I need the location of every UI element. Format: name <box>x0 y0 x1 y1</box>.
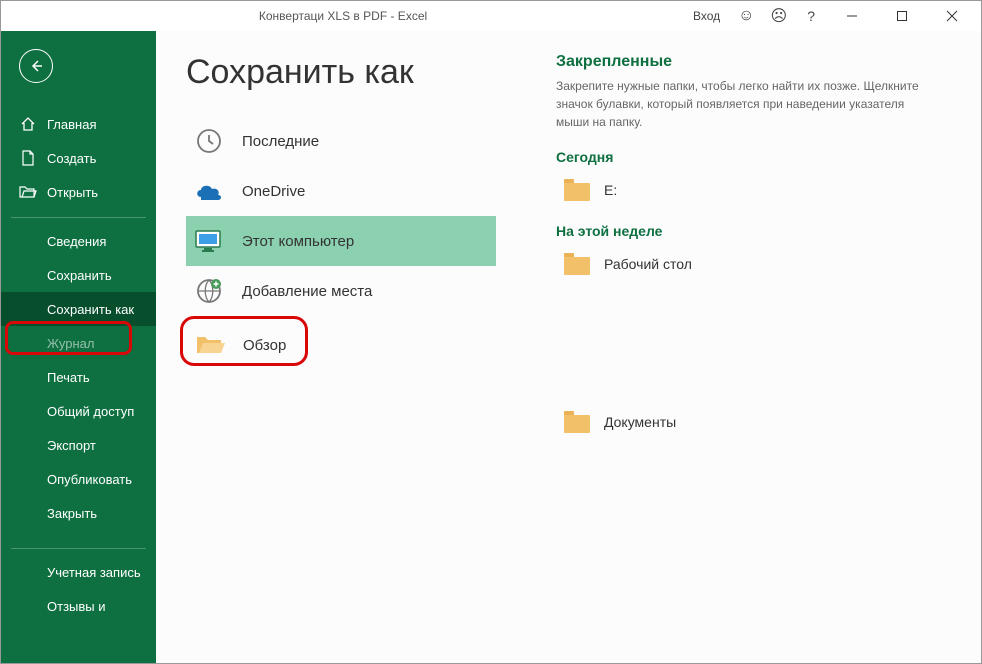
week-heading: На этой неделе <box>556 223 951 239</box>
add-place-icon <box>194 276 224 306</box>
nav-label: Общий доступ <box>47 404 134 419</box>
nav-label: Сохранить как <box>47 302 134 317</box>
nav-label: Главная <box>47 117 96 132</box>
folder-icon <box>564 179 590 201</box>
location-label: Последние <box>242 133 319 150</box>
open-icon <box>19 183 37 201</box>
folder-label: Документы <box>604 414 676 430</box>
close-window-button[interactable] <box>929 1 975 31</box>
nav-publish[interactable]: Опубликовать <box>1 462 156 496</box>
folder-label: E: <box>604 182 617 198</box>
nav-label: Печать <box>47 370 90 385</box>
clock-icon <box>194 126 224 156</box>
separator <box>11 217 146 218</box>
location-label: Обзор <box>243 337 286 354</box>
nav-label: Сохранить <box>47 268 112 283</box>
folder-label: Рабочий стол <box>604 256 692 272</box>
nav-label: Сведения <box>47 234 106 249</box>
folder-documents[interactable]: Документы <box>556 403 951 441</box>
location-recent[interactable]: Последние <box>186 116 496 166</box>
nav-home[interactable]: Главная <box>1 107 156 141</box>
content-area: Сохранить как Последние OneDrive <box>156 31 981 663</box>
nav-info[interactable]: Сведения <box>1 224 156 258</box>
folders-column: Закрепленные Закрепите нужные папки, что… <box>516 53 981 663</box>
nav-label: Открыть <box>47 185 98 200</box>
home-icon <box>19 115 37 133</box>
location-browse[interactable]: Обзор <box>186 320 496 370</box>
location-onedrive[interactable]: OneDrive <box>186 166 496 216</box>
titlebar-controls: Вход ☺ ☹ ? <box>685 1 981 31</box>
separator <box>11 548 146 549</box>
today-heading: Сегодня <box>556 149 951 165</box>
titlebar: Конвертаци XLS в PDF - Excel Вход ☺ ☹ ? <box>1 1 981 31</box>
nav-export[interactable]: Экспорт <box>1 428 156 462</box>
folder-open-icon <box>195 330 225 360</box>
pinned-heading: Закрепленные <box>556 53 951 71</box>
folder-icon <box>564 253 590 275</box>
nav-label: Закрыть <box>47 506 97 521</box>
nav-close[interactable]: Закрыть <box>1 496 156 530</box>
locations-column: Сохранить как Последние OneDrive <box>186 53 516 663</box>
frown-icon[interactable]: ☹ <box>765 6 794 26</box>
folder-desktop[interactable]: Рабочий стол <box>556 245 951 283</box>
cloud-icon <box>194 176 224 206</box>
folder-icon <box>564 411 590 433</box>
nav-label: Создать <box>47 151 96 166</box>
help-icon[interactable]: ? <box>797 8 825 24</box>
login-link[interactable]: Вход <box>685 9 728 23</box>
location-label: Этот компьютер <box>242 233 354 250</box>
maximize-button[interactable] <box>879 1 925 31</box>
pinned-description: Закрепите нужные папки, чтобы легко найт… <box>556 77 936 131</box>
minimize-button[interactable] <box>829 1 875 31</box>
folder-e-drive[interactable]: E: <box>556 171 951 209</box>
nav-share[interactable]: Общий доступ <box>1 394 156 428</box>
nav-label: Учетная запись <box>47 565 141 580</box>
back-button[interactable] <box>19 49 53 83</box>
nav-save[interactable]: Сохранить <box>1 258 156 292</box>
location-label: Добавление места <box>242 283 372 300</box>
backstage-sidebar: Главная Создать Открыть Сведения Сохрани… <box>1 31 156 663</box>
nav-label: Отзывы и <box>47 599 106 614</box>
monitor-icon <box>194 226 224 256</box>
nav-open[interactable]: Открыть <box>1 175 156 209</box>
location-this-pc[interactable]: Этот компьютер <box>186 216 496 266</box>
nav-label: Опубликовать <box>47 472 132 487</box>
page-title: Сохранить как <box>186 53 516 92</box>
location-label: OneDrive <box>242 183 305 200</box>
annotation-highlight <box>5 321 132 355</box>
nav-feedback[interactable]: Отзывы и <box>1 589 156 623</box>
nav-label: Экспорт <box>47 438 96 453</box>
nav-account[interactable]: Учетная запись <box>1 555 156 589</box>
nav-print[interactable]: Печать <box>1 360 156 394</box>
nav-create[interactable]: Создать <box>1 141 156 175</box>
window-title: Конвертаци XLS в PDF - Excel <box>1 9 685 23</box>
location-add-place[interactable]: Добавление места <box>186 266 496 316</box>
smile-icon[interactable]: ☺ <box>732 7 760 25</box>
new-icon <box>19 149 37 167</box>
